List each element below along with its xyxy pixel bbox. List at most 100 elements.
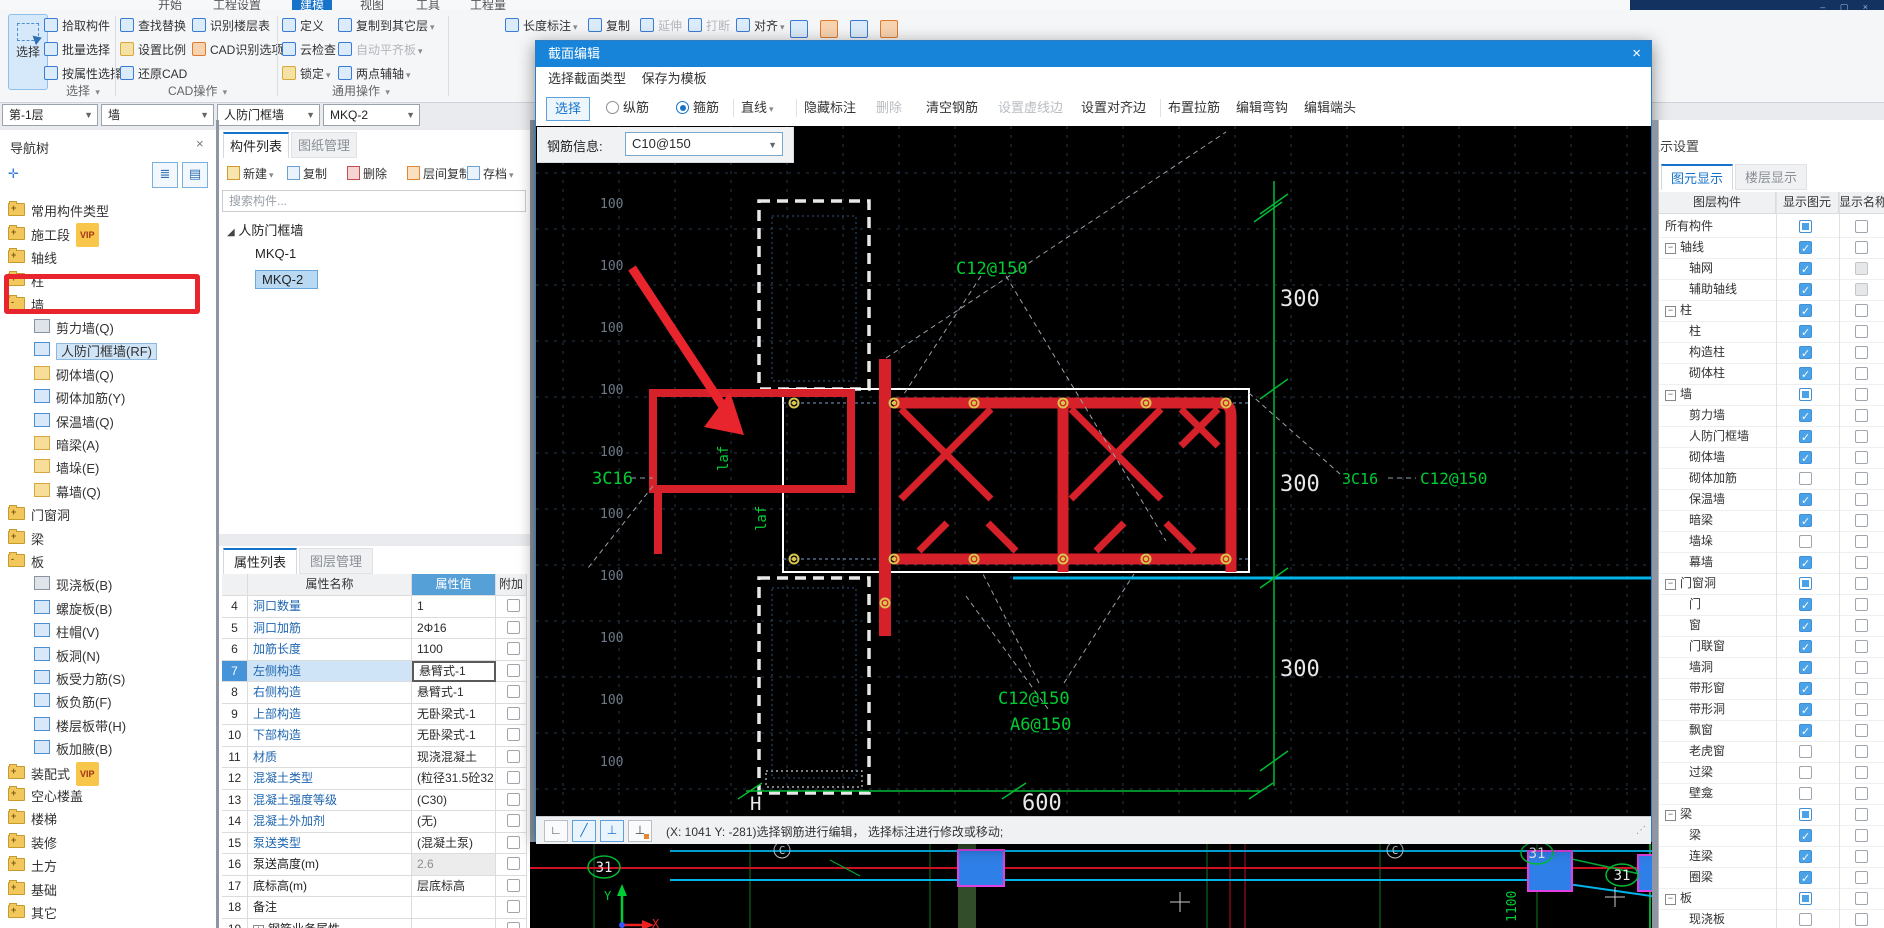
show-name-checkbox[interactable] (1855, 850, 1868, 863)
sidebar-item-螺旋板(B)[interactable]: 螺旋板(B) (34, 598, 216, 620)
show-name-checkbox[interactable] (1855, 577, 1868, 590)
ribbon-item-设置比例[interactable]: 设置比例 (120, 40, 186, 60)
ribbon-item-还原CAD[interactable]: 还原CAD (120, 64, 187, 84)
show-element-checkbox[interactable] (1799, 260, 1812, 281)
dialog-tool-布置拉筋[interactable]: 布置拉筋 (1168, 97, 1220, 119)
select-tool-button[interactable]: 选择 (8, 14, 48, 90)
show-element-checkbox[interactable] (1799, 239, 1812, 260)
show-element-checkbox[interactable] (1799, 722, 1812, 743)
show-name-checkbox[interactable] (1855, 703, 1868, 716)
toolbar-复制[interactable]: 复制 (287, 164, 327, 184)
show-name-checkbox[interactable] (1855, 325, 1868, 338)
line-icon[interactable] (820, 20, 838, 38)
sidebar-item-楼梯[interactable]: + 楼梯 (8, 808, 216, 830)
menu-save-as-template[interactable]: 保存为模板 (642, 71, 707, 86)
show-element-checkbox[interactable] (1799, 892, 1812, 905)
property-name[interactable]: 泵送类型 (248, 832, 412, 854)
ribbon-item-锁定[interactable]: 锁定 ▾ (282, 64, 331, 84)
property-name[interactable]: 洞口数量 (248, 596, 412, 618)
show-name-checkbox[interactable] (1855, 682, 1868, 695)
property-value[interactable]: 1100 (412, 639, 496, 661)
property-value[interactable]: (C30) (412, 789, 496, 811)
show-name-checkbox[interactable] (1855, 514, 1868, 527)
tab-构件列表[interactable]: 构件列表 (223, 132, 289, 158)
grid-icon[interactable] (880, 20, 898, 38)
snap-mode-button-3[interactable]: ⊥ (628, 820, 652, 842)
sidebar-item-梁[interactable]: + 梁 (8, 528, 216, 550)
property-value[interactable]: 无卧梁式-1 (412, 725, 496, 747)
sidebar-item-门窗洞[interactable]: + 门窗洞 (8, 504, 216, 526)
sidebar-item-装配式[interactable]: + 装配式 VIP (8, 761, 216, 786)
search-input[interactable]: 搜索构件... (222, 190, 526, 212)
ribbon-group-CAD操作[interactable]: CAD操作 ▾ (168, 82, 227, 99)
show-element-checkbox[interactable] (1799, 766, 1812, 779)
toolbar-层间复制[interactable]: 层间复制 (407, 164, 471, 184)
property-name[interactable]: 左侧构造 (248, 660, 412, 682)
show-name-checkbox[interactable] (1855, 262, 1868, 275)
ribbon-group-选择[interactable]: 选择 ▾ (66, 82, 100, 99)
extra-checkbox[interactable] (507, 792, 520, 806)
sidebar-item-板洞(N)[interactable]: 板洞(N) (34, 645, 216, 667)
show-element-checkbox[interactable] (1799, 365, 1812, 386)
show-element-checkbox[interactable] (1799, 512, 1812, 533)
show-name-checkbox[interactable] (1855, 346, 1868, 359)
ribbon-item-复制到其它层[interactable]: 复制到其它层 ▾ (338, 16, 435, 36)
sidebar-item-楼层板带(H)[interactable]: 楼层板带(H) (34, 715, 216, 737)
property-value[interactable]: 2.6 (412, 854, 496, 876)
property-name[interactable]: 右侧构造 (248, 682, 412, 704)
show-element-checkbox[interactable] (1799, 617, 1812, 638)
sidebar-item-人防门框墙(RF)[interactable]: 人防门框墙(RF) (34, 340, 216, 362)
property-name[interactable]: 混凝土强度等级 (248, 789, 412, 811)
property-value[interactable]: (无) (412, 811, 496, 833)
tab-图层管理[interactable]: 图层管理 (299, 548, 373, 574)
collapse-icon[interactable]: − (1665, 390, 1676, 401)
tab-图元显示[interactable]: 图元显示 (1661, 164, 1733, 190)
sidebar-item-暗梁(A)[interactable]: 暗梁(A) (34, 434, 216, 456)
property-value[interactable]: 1 (412, 596, 496, 618)
extra-checkbox[interactable] (507, 685, 520, 698)
menu-select-section-type[interactable]: 选择截面类型 (548, 71, 626, 86)
property-name[interactable]: 材质 (248, 746, 412, 768)
sidebar-item-板[interactable]: -板 (8, 551, 216, 573)
collapse-icon[interactable]: − (1665, 810, 1676, 821)
sidebar-item-剪力墙(Q)[interactable]: 剪力墙(Q) (34, 317, 216, 339)
show-element-checkbox[interactable] (1799, 680, 1812, 701)
toolbar-新建[interactable]: 新建 ▾ (227, 164, 274, 184)
property-name[interactable]: 混凝土类型 (248, 768, 412, 790)
component-group[interactable]: ◢ 人防门框墙 (227, 220, 303, 239)
snap-mode-button-2[interactable]: ⊥ (600, 820, 624, 842)
extra-checkbox[interactable] (507, 771, 520, 784)
show-name-checkbox[interactable] (1855, 472, 1868, 485)
add-node-icon[interactable]: ✛ (8, 166, 19, 182)
show-element-checkbox[interactable] (1799, 449, 1812, 470)
show-element-checkbox[interactable] (1799, 472, 1812, 485)
show-name-checkbox[interactable] (1855, 283, 1868, 296)
ribbon-item-长度标注[interactable]: 长度标注 ▾ (505, 16, 578, 36)
show-name-checkbox[interactable] (1855, 892, 1868, 905)
sidebar-item-砌体墙(Q)[interactable]: 砌体墙(Q) (34, 364, 216, 386)
detail-view-button[interactable]: ▤ (182, 162, 208, 188)
dialog-tool-设置对齐边[interactable]: 设置对齐边 (1081, 97, 1146, 119)
dialog-tool-箍筋[interactable]: 箍筋 (676, 97, 719, 119)
show-element-checkbox[interactable] (1799, 787, 1812, 800)
collapse-icon[interactable]: − (1665, 306, 1676, 317)
show-element-checkbox[interactable] (1799, 428, 1812, 449)
property-name[interactable]: 泵送高度(m) (248, 854, 412, 876)
section-cad-canvas[interactable]: 100 100 100 100 100 100 100 100 100 100 300 300 300 6… (536, 126, 1651, 816)
collapse-icon[interactable]: − (1665, 894, 1676, 905)
ribbon-item-CAD识别选项[interactable]: CAD识别选项 (192, 40, 283, 60)
show-name-checkbox[interactable] (1855, 409, 1868, 422)
extra-checkbox[interactable] (507, 900, 520, 913)
floorplan-canvas[interactable]: 31 31 31 C C 1100 Y X (530, 842, 1658, 928)
show-name-checkbox[interactable] (1855, 367, 1868, 380)
snap-mode-button-0[interactable]: ∟ (544, 820, 568, 842)
extra-checkbox[interactable] (507, 663, 520, 677)
show-name-checkbox[interactable] (1855, 871, 1868, 884)
property-name[interactable]: 底标高(m) (248, 875, 412, 897)
show-element-checkbox[interactable] (1799, 554, 1812, 575)
ribbon-item-按属性选择[interactable]: 按属性选择 (44, 64, 122, 84)
show-name-checkbox[interactable] (1855, 640, 1868, 653)
ribbon-item-两点辅轴[interactable]: 两点辅轴 ▾ (338, 64, 411, 84)
show-element-checkbox[interactable] (1799, 491, 1812, 512)
show-element-checkbox[interactable] (1799, 302, 1812, 323)
